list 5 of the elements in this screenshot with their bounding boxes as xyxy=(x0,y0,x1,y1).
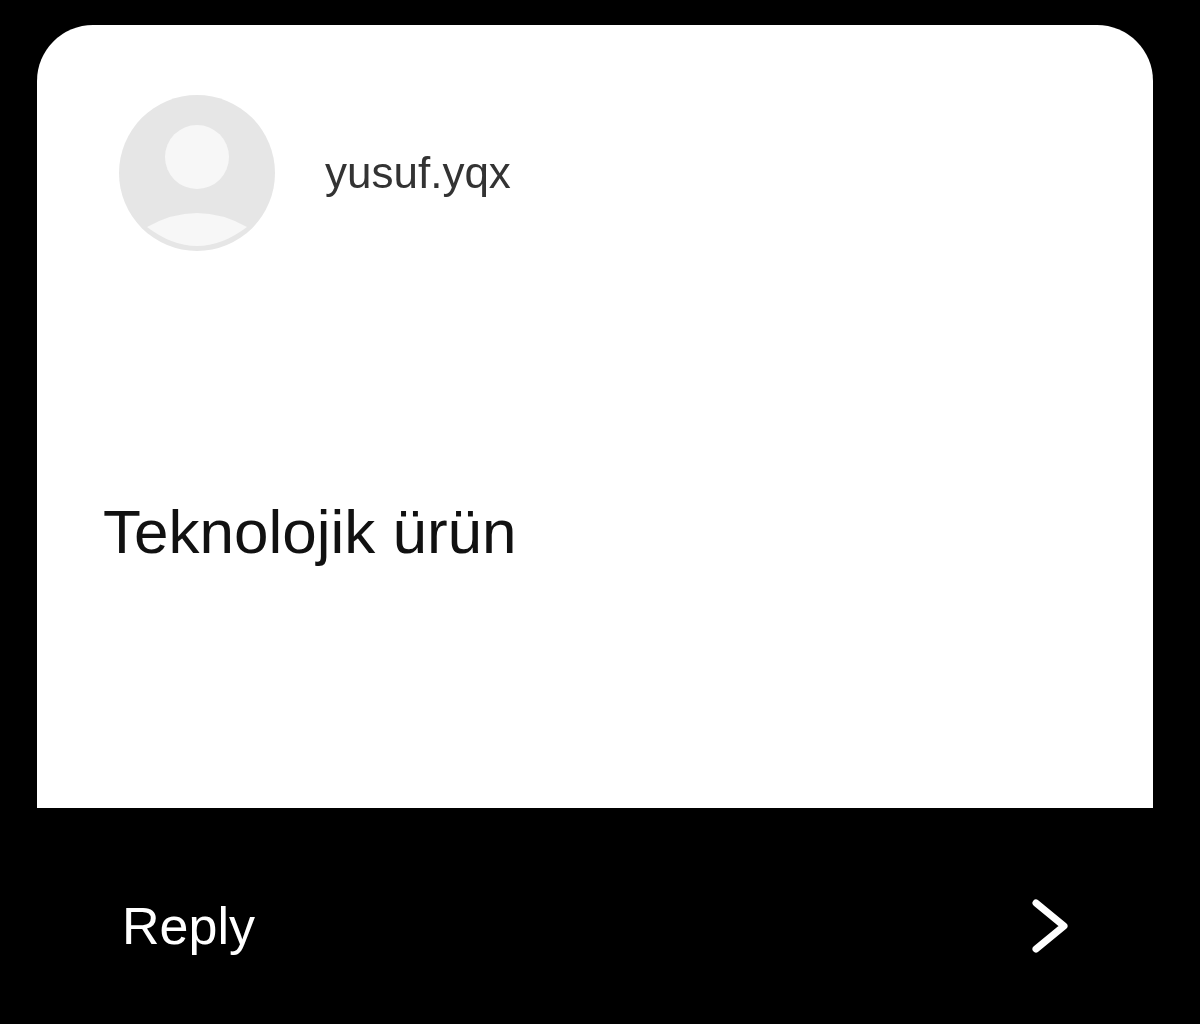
chevron-icon xyxy=(1030,899,1070,953)
message-text: Teknolojik ürün xyxy=(103,496,518,567)
avatar-icon xyxy=(119,95,275,251)
reply-button[interactable]: Reply xyxy=(122,896,1070,956)
sender-name: yusuf.yqx xyxy=(325,148,511,198)
